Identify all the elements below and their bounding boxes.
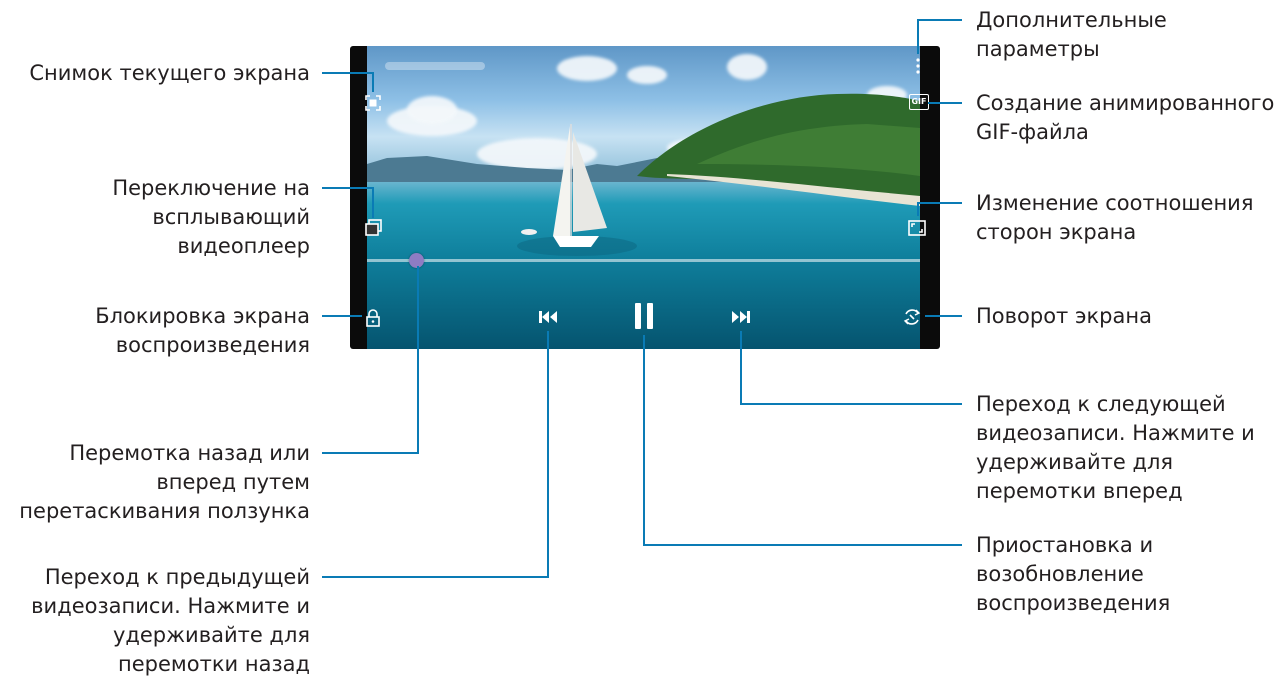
- leader-more: [917, 19, 962, 54]
- callout-lock: Блокировка экрана воспроизведения: [95, 304, 310, 357]
- callout-next: Переход к следующей видеозаписи. Нажмите…: [976, 392, 1255, 503]
- leader-ratio: [917, 202, 962, 216]
- callout-seek: Перемотка назад или вперед путем перетас…: [19, 441, 310, 523]
- leader-seek: [322, 266, 419, 454]
- leader-next: [740, 331, 962, 405]
- callout-popup-player: Переключение на всплывающий видеоплеер: [112, 176, 310, 258]
- callout-capture: Снимок текущего экрана: [29, 61, 310, 85]
- callout-ratio: Изменение соотношения сторон экрана: [976, 191, 1254, 244]
- callout-previous: Переход к предыдущей видеозаписи. Нажмит…: [31, 565, 310, 676]
- leader-pause: [643, 335, 962, 546]
- callout-rotate: Поворот экрана: [976, 304, 1152, 328]
- callout-pause: Приостановка и возобновление воспроизвед…: [976, 533, 1171, 615]
- leader-capture: [322, 72, 374, 92]
- callout-gif: Создание анимированного GIF-файла: [976, 91, 1275, 144]
- leader-popup: [322, 187, 374, 218]
- callout-more-options: Дополнительные параметры: [976, 8, 1167, 61]
